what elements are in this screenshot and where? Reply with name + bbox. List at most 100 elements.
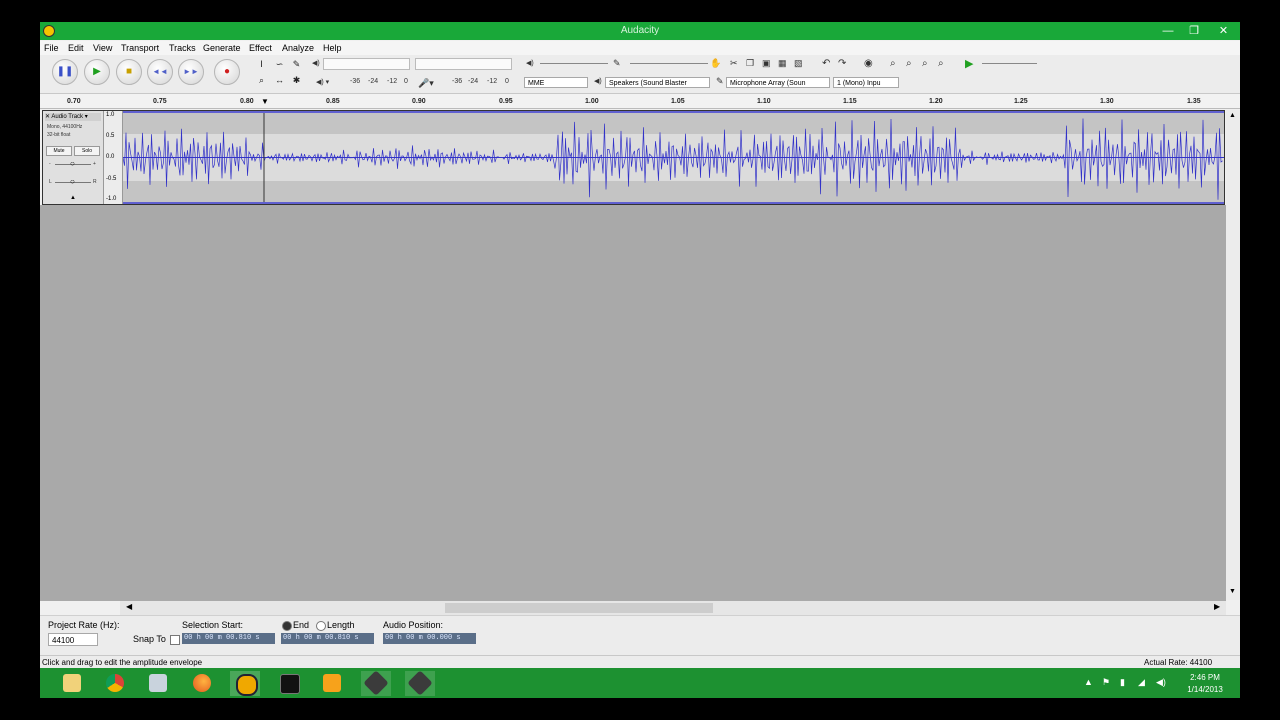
zoom-out-icon[interactable]: ⌕ <box>906 58 912 69</box>
taskbar-camtasia[interactable] <box>361 670 391 696</box>
menu-tracks[interactable]: Tracks <box>169 43 196 53</box>
selection-tool[interactable]: I <box>254 58 269 71</box>
length-radio[interactable] <box>316 621 326 631</box>
timeshift-tool[interactable]: ↔ <box>272 74 287 87</box>
envelope-tool[interactable]: ∽ <box>272 58 287 71</box>
firefox-icon <box>193 674 211 692</box>
play-button[interactable]: ▶ <box>84 59 110 85</box>
taskbar-firefox[interactable] <box>187 671 217 696</box>
close-button[interactable]: ✕ <box>1207 22 1240 40</box>
taskbar-chrome[interactable] <box>100 671 130 696</box>
taskbar-explorer[interactable] <box>57 671 87 696</box>
microphone-meter-icon: 🎤▾ <box>418 78 434 88</box>
audio-position-time[interactable]: 00 h 00 m 00.000 s <box>383 633 476 644</box>
skip-to-end-button[interactable]: ►► <box>178 59 204 85</box>
project-rate-select[interactable]: 44100 <box>48 633 98 646</box>
maximize-button[interactable]: ❐ <box>1181 22 1207 40</box>
selection-start-time[interactable]: 00 h 00 m 00.810 s <box>182 633 275 644</box>
record-volume-slider[interactable] <box>630 63 708 64</box>
menu-generate[interactable]: Generate <box>203 43 241 53</box>
sync-lock-icon[interactable]: ◉ <box>864 58 873 69</box>
input-channels-select[interactable]: 1 (Mono) Inpu <box>833 77 899 88</box>
playback-volume-slider[interactable] <box>540 63 608 64</box>
taskbar-audacity[interactable] <box>230 671 260 696</box>
redo-icon[interactable]: ↷ <box>838 58 846 69</box>
clock-date[interactable]: 1/14/2013 <box>1182 685 1228 694</box>
amplitude-scale[interactable]: 1.0 0.5 0.0 -0.5 -1.0 <box>104 111 123 204</box>
trim-icon[interactable]: ▦ <box>778 58 787 69</box>
taskbar-terminal[interactable] <box>274 671 304 696</box>
record-meter[interactable] <box>415 58 512 70</box>
stop-button[interactable]: ■ <box>116 59 142 85</box>
menu-help[interactable]: Help <box>323 43 342 53</box>
menu-effect[interactable]: Effect <box>249 43 272 53</box>
audio-track[interactable]: ✕ Audio Track ▾ Mono, 44100Hz 32-bit flo… <box>42 110 1225 205</box>
vertical-scrollbar[interactable]: ▲ ▼ <box>1226 110 1240 600</box>
volume-tray-icon[interactable]: ◀) <box>1156 677 1166 688</box>
ruler-tick: 1.15 <box>843 98 857 105</box>
taskbar-media-player[interactable] <box>317 671 347 696</box>
ruler-tick: 1.30 <box>1100 98 1114 105</box>
battery-icon[interactable]: ▮ <box>1120 677 1125 688</box>
skip-to-start-button[interactable]: ◄◄ <box>147 59 173 85</box>
title-bar[interactable]: Audacity — ❐ ✕ <box>40 22 1240 40</box>
minimize-button[interactable]: — <box>1155 22 1181 40</box>
play-speed-slider[interactable] <box>982 63 1037 64</box>
paste-icon[interactable]: ▣ <box>762 58 771 69</box>
input-device-select[interactable]: Microphone Array (Soun <box>726 77 830 88</box>
cut-icon[interactable]: ✂ <box>730 58 738 69</box>
output-device-select[interactable]: Speakers (Sound Blaster <box>605 77 710 88</box>
multi-tool[interactable]: ✱ <box>289 74 304 87</box>
zoom-tool[interactable]: ⌕ <box>254 74 269 87</box>
ruler-tick: 1.35 <box>1187 98 1201 105</box>
menu-view[interactable]: View <box>93 43 112 53</box>
mute-button[interactable]: Mute <box>46 146 72 156</box>
ruler-tick: 0.80 <box>240 98 254 105</box>
timeshift-icon: ↔ <box>275 75 284 85</box>
playback-meter[interactable] <box>323 58 410 70</box>
menu-transport[interactable]: Transport <box>121 43 159 53</box>
selection-end-time[interactable]: 00 h 00 m 00.810 s <box>281 633 374 644</box>
play-at-speed-icon[interactable]: ▶ <box>965 57 973 70</box>
track-name-menu[interactable]: ✕ Audio Track ▾ <box>45 113 101 121</box>
signal-icon[interactable]: ◢ <box>1138 677 1145 688</box>
taskbar-network[interactable] <box>143 671 173 696</box>
horizontal-scrollbar[interactable]: ◀ ▶ <box>120 601 1226 615</box>
menu-file[interactable]: File <box>44 43 59 53</box>
recorder-icon <box>407 670 433 696</box>
track-name: Audio Track <box>51 114 84 120</box>
meter-tick: 0 <box>505 78 509 85</box>
undo-icon[interactable]: ↶ <box>822 58 830 69</box>
action-center-icon[interactable]: ⚑ <box>1102 677 1110 688</box>
ruler-tick: 1.00 <box>585 98 599 105</box>
fit-selection-icon[interactable]: ⌕ <box>922 58 928 69</box>
zoom-in-icon[interactable]: ⌕ <box>890 58 896 69</box>
snap-to-checkbox[interactable] <box>170 635 180 645</box>
solo-button[interactable]: Solo <box>74 146 100 156</box>
taskbar-recorder[interactable] <box>405 670 435 696</box>
scroll-up-icon[interactable]: ▲ <box>1229 112 1236 119</box>
draw-tool[interactable]: ✎ <box>289 58 304 71</box>
fit-project-icon[interactable]: ⌕ <box>938 58 944 69</box>
pause-button[interactable]: ❚❚ <box>52 59 78 85</box>
timeline-ruler[interactable]: 0.70 0.75 0.80 0.85 0.90 0.95 1.00 1.05 … <box>40 94 1240 109</box>
scroll-left-icon[interactable]: ◀ <box>126 602 132 611</box>
tray-expand-icon[interactable]: ▲ <box>1084 677 1093 687</box>
waveform-display[interactable] <box>123 111 1224 204</box>
horizontal-scroll-thumb[interactable] <box>445 603 713 613</box>
end-radio[interactable] <box>282 621 292 631</box>
copy-icon[interactable]: ❐ <box>746 58 754 69</box>
menu-analyze[interactable]: Analyze <box>282 43 314 53</box>
scroll-right-icon[interactable]: ▶ <box>1214 602 1220 611</box>
collapse-track-icon[interactable]: ▲ <box>70 195 76 201</box>
close-track-icon[interactable]: ✕ <box>45 114 50 120</box>
silence-icon[interactable]: ▧ <box>794 58 803 69</box>
host-select[interactable]: MME <box>524 77 588 88</box>
record-button[interactable]: ● <box>214 59 240 85</box>
camtasia-icon <box>363 670 389 696</box>
clock-time[interactable]: 2:46 PM <box>1182 673 1228 682</box>
empty-track-area[interactable] <box>40 205 1226 601</box>
scroll-down-icon[interactable]: ▼ <box>1229 588 1236 595</box>
scale-label: -0.5 <box>106 176 117 182</box>
menu-edit[interactable]: Edit <box>68 43 84 53</box>
